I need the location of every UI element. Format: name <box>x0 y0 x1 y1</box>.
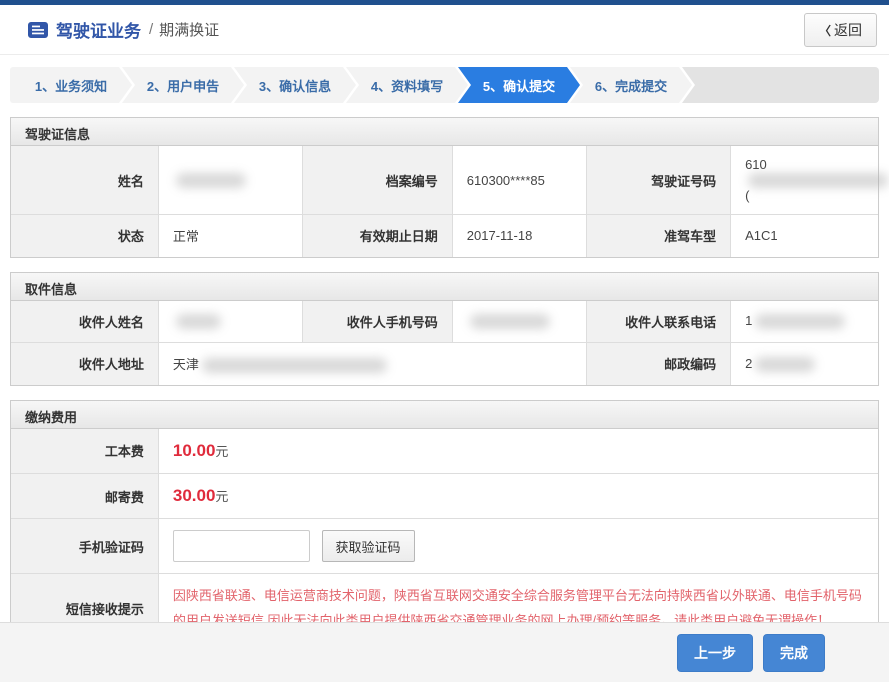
step-label: 3、确认信息 <box>259 76 331 95</box>
archive-no-value: 610300****85 <box>452 146 586 215</box>
breadcrumb-subtitle: 期满换证 <box>159 19 219 40</box>
back-button[interactable]: 〈返回 <box>804 13 877 47</box>
table-row: 状态 正常 有效期止日期 2017-11-18 准驾车型 A1C1 <box>11 215 878 257</box>
postal-code-value: 2 <box>731 343 878 385</box>
license-no-label: 驾驶证号码 <box>587 146 731 215</box>
step-6-complete-submit: 6、完成提交 <box>570 67 692 103</box>
license-info-section: 驾驶证信息 姓名 档案编号 610300****85 驾驶证号码 610 ( 状态… <box>10 117 879 258</box>
archive-no-label: 档案编号 <box>302 146 452 215</box>
step-label: 6、完成提交 <box>595 76 667 95</box>
name-label: 姓名 <box>11 146 158 215</box>
recipient-name-label: 收件人姓名 <box>11 301 158 343</box>
sms-code-cell: 获取验证码 <box>158 519 878 574</box>
back-button-label: 返回 <box>834 22 862 38</box>
chevron-left-icon: 〈 <box>819 24 831 38</box>
production-fee-label: 工本费 <box>11 429 158 474</box>
recipient-phone-value: 1 <box>731 301 878 343</box>
page-header: 驾驶证业务 / 期满换证 〈返回 <box>0 5 889 55</box>
steps-filler <box>682 67 879 103</box>
recipient-address-label: 收件人地址 <box>11 343 158 385</box>
list-icon <box>28 22 48 38</box>
fees-section: 缴纳费用 工本费 10.00元 邮寄费 30.00元 手机验证码 获取验证码 短… <box>10 400 879 644</box>
license-info-title: 驾驶证信息 <box>11 118 878 146</box>
table-row: 收件人地址 天津 邮政编码 2 <box>11 343 878 385</box>
recipient-mobile-label: 收件人手机号码 <box>302 301 452 343</box>
get-sms-code-button[interactable]: 获取验证码 <box>322 530 415 562</box>
mailing-fee-unit: 元 <box>215 489 228 504</box>
table-row: 姓名 档案编号 610300****85 驾驶证号码 610 ( <box>11 146 878 215</box>
sms-code-label: 手机验证码 <box>11 519 158 574</box>
redacted-value <box>176 173 246 188</box>
step-4-fill-data: 4、资料填写 <box>346 67 468 103</box>
pickup-info-title: 取件信息 <box>11 273 878 301</box>
step-label: 4、资料填写 <box>371 76 443 95</box>
mailing-fee-label: 邮寄费 <box>11 474 158 519</box>
step-label: 1、业务须知 <box>35 76 107 95</box>
production-fee-unit: 元 <box>215 444 228 459</box>
redacted-value <box>748 173 888 188</box>
status-value: 正常 <box>158 215 302 257</box>
step-5-confirm-submit: 5、确认提交 <box>458 67 580 103</box>
address-prefix: 天津 <box>173 357 199 372</box>
production-fee-amount: 10.00 <box>173 441 216 460</box>
finish-button[interactable]: 完成 <box>763 634 825 672</box>
previous-step-button[interactable]: 上一步 <box>677 634 753 672</box>
production-fee-value: 10.00元 <box>158 429 878 474</box>
footer-action-bar: 上一步 完成 <box>0 622 889 682</box>
status-label: 状态 <box>11 215 158 257</box>
name-value <box>158 146 302 215</box>
table-row: 工本费 10.00元 <box>11 429 878 474</box>
step-label: 5、确认提交 <box>483 76 555 95</box>
step-2-user-declaration: 2、用户申告 <box>122 67 244 103</box>
license-no-suffix: ( <box>745 188 749 203</box>
sms-code-input[interactable] <box>173 530 310 562</box>
fees-title: 缴纳费用 <box>11 401 878 429</box>
table-row: 邮寄费 30.00元 <box>11 474 878 519</box>
redacted-value <box>470 314 550 329</box>
fees-table: 工本费 10.00元 邮寄费 30.00元 手机验证码 获取验证码 短信接收提示… <box>11 429 878 643</box>
redacted-value <box>755 314 845 329</box>
mailing-fee-amount: 30.00 <box>173 486 216 505</box>
redacted-value <box>176 314 221 329</box>
table-row: 手机验证码 获取验证码 <box>11 519 878 574</box>
recipient-phone-label: 收件人联系电话 <box>587 301 731 343</box>
mailing-fee-value: 30.00元 <box>158 474 878 519</box>
license-no-prefix: 610 <box>745 157 767 172</box>
step-3-confirm-info: 3、确认信息 <box>234 67 356 103</box>
wizard-steps: 1、业务须知 2、用户申告 3、确认信息 4、资料填写 5、确认提交 6、完成提… <box>10 67 879 103</box>
postal-prefix: 2 <box>745 356 752 371</box>
redacted-value <box>202 358 387 373</box>
valid-until-value: 2017-11-18 <box>452 215 586 257</box>
step-label: 2、用户申告 <box>147 76 219 95</box>
vehicle-class-label: 准驾车型 <box>587 215 731 257</box>
pickup-info-table: 收件人姓名 收件人手机号码 收件人联系电话 1 收件人地址 天津 邮政编码 2 <box>11 301 878 385</box>
redacted-value <box>755 357 815 372</box>
step-1-business-notice: 1、业务须知 <box>10 67 132 103</box>
license-info-table: 姓名 档案编号 610300****85 驾驶证号码 610 ( 状态 正常 有效… <box>11 146 878 257</box>
recipient-mobile-value <box>452 301 586 343</box>
postal-code-label: 邮政编码 <box>587 343 731 385</box>
phone-prefix: 1 <box>745 313 752 328</box>
recipient-address-value: 天津 <box>158 343 586 385</box>
vehicle-class-value: A1C1 <box>731 215 878 257</box>
page-title: 驾驶证业务 <box>56 17 141 42</box>
table-row: 收件人姓名 收件人手机号码 收件人联系电话 1 <box>11 301 878 343</box>
recipient-name-value <box>158 301 302 343</box>
breadcrumb-separator: / <box>149 21 153 38</box>
license-no-value: 610 ( <box>731 146 878 215</box>
pickup-info-section: 取件信息 收件人姓名 收件人手机号码 收件人联系电话 1 收件人地址 天津 邮政… <box>10 272 879 386</box>
valid-until-label: 有效期止日期 <box>302 215 452 257</box>
